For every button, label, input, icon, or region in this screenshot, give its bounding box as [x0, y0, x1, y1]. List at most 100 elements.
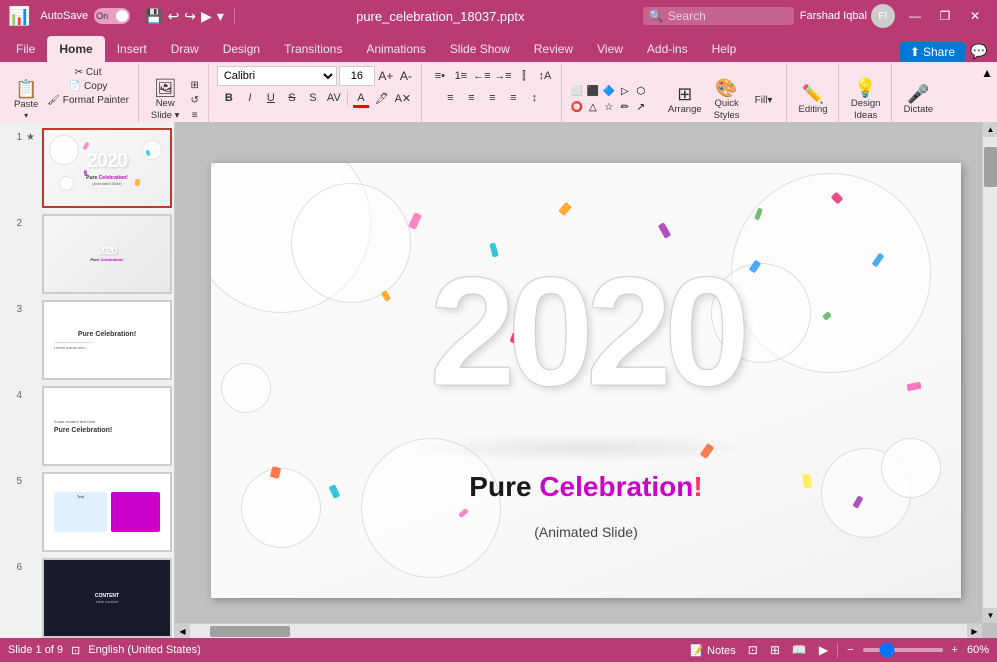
shape-item[interactable]: ⭕ [570, 100, 584, 114]
vertical-scrollbar[interactable]: ▲ ▼ [982, 122, 997, 623]
zoom-slider[interactable] [863, 648, 943, 652]
reset-button[interactable]: ↺ [187, 94, 201, 107]
slide-number: 3 [6, 300, 22, 315]
slide-thumb-6[interactable]: CONTENT slide content [42, 558, 172, 638]
align-left-button[interactable]: ≡ [440, 88, 460, 108]
autosave-toggle[interactable]: On [94, 8, 130, 24]
align-right-button[interactable]: ≡ [482, 88, 502, 108]
arrange-button[interactable]: ⊞ Arrange [664, 70, 706, 130]
decrease-font-button[interactable]: A- [397, 67, 415, 85]
zoom-in-button[interactable]: + [949, 644, 961, 656]
slide-thumb-2[interactable]: 2020 Pure Celebration! [42, 214, 172, 294]
notes-button[interactable]: 📝 Notes [687, 644, 739, 657]
increase-font-button[interactable]: A+ [377, 67, 395, 85]
tab-help[interactable]: Help [700, 36, 749, 62]
slide-thumb-5[interactable]: Text [42, 472, 172, 552]
user-area[interactable]: Farshad Iqbal FI [800, 4, 895, 28]
numbering-button[interactable]: 1≡ [451, 66, 471, 86]
font-family-select[interactable]: Calibri [217, 66, 337, 86]
close-button[interactable]: ✕ [961, 5, 989, 27]
slide-thumb-1[interactable]: 2020 Pure Celebration! (Animated Slide) [42, 128, 172, 208]
format-painter-button[interactable]: 🖌 Format Painter [44, 94, 132, 107]
font-size-input[interactable] [339, 66, 375, 86]
dictate-button[interactable]: 🎤 Dictate [900, 70, 938, 130]
line-spacing-button[interactable]: ↕ [524, 88, 544, 108]
shape-item[interactable]: ↗ [634, 100, 648, 114]
shape-item[interactable]: △ [586, 100, 600, 114]
customize-qa-button[interactable]: ▾ [216, 7, 225, 26]
tab-view[interactable]: View [585, 36, 635, 62]
design-ideas-button[interactable]: 💡 Design Ideas [847, 70, 885, 130]
shape-item[interactable]: ⬛ [586, 84, 600, 98]
divider [837, 643, 838, 657]
reading-view-button[interactable]: 📖 [789, 643, 810, 657]
h-scroll-thumb[interactable] [210, 626, 290, 637]
italic-button[interactable]: I [240, 88, 260, 108]
quick-access-toolbar: 💾 ↩ ↪ ▶ ▾ [144, 7, 225, 26]
zoom-out-button[interactable]: − [844, 644, 856, 656]
copy-button[interactable]: 📄 Copy [44, 80, 132, 93]
char-spacing-button[interactable]: AV [324, 88, 344, 108]
layout-button[interactable]: ⊞ [187, 79, 201, 92]
text-direction-button[interactable]: ↕A [535, 66, 555, 86]
tab-slideshow[interactable]: Slide Show [438, 36, 522, 62]
present-button[interactable]: ▶ [200, 7, 213, 26]
underline-button[interactable]: U [261, 88, 281, 108]
search-input[interactable] [668, 9, 788, 23]
shape-item[interactable]: ▷ [618, 84, 632, 98]
justify-button[interactable]: ≡ [503, 88, 523, 108]
clear-format-button[interactable]: A✕ [393, 88, 413, 108]
design-ideas-icon: 💡 [854, 79, 876, 97]
increase-indent-button[interactable]: →≡ [493, 66, 513, 86]
new-slide-button[interactable]: 🖼 New Slide ▾ [147, 70, 184, 130]
slide-sorter-button[interactable]: ⊞ [767, 643, 783, 657]
align-center-button[interactable]: ≡ [461, 88, 481, 108]
shape-item[interactable]: 🔷 [602, 84, 616, 98]
quick-styles-button[interactable]: 🎨 Quick Styles [710, 70, 744, 130]
bullets-button[interactable]: ≡• [430, 66, 450, 86]
tab-home[interactable]: Home [47, 36, 104, 62]
shadow-button[interactable]: S [303, 88, 323, 108]
shape-item[interactable]: ✏ [618, 100, 632, 114]
tab-animations[interactable]: Animations [354, 36, 437, 62]
columns-button[interactable]: ⫿ [514, 66, 534, 86]
tab-draw[interactable]: Draw [159, 36, 211, 62]
scroll-up-button[interactable]: ▲ [983, 122, 997, 137]
section-button[interactable]: ≡ [187, 109, 201, 122]
tab-design[interactable]: Design [211, 36, 272, 62]
decrease-indent-button[interactable]: ←≡ [472, 66, 492, 86]
horizontal-scrollbar[interactable]: ◀ ▶ [175, 623, 982, 638]
slide-thumb-4[interactable]: Some content text here Pure Celebration! [42, 386, 172, 466]
tab-insert[interactable]: Insert [105, 36, 159, 62]
undo-button[interactable]: ↩ [167, 7, 181, 26]
scroll-right-button[interactable]: ▶ [967, 624, 982, 639]
scroll-left-button[interactable]: ◀ [175, 624, 190, 639]
redo-button[interactable]: ↪ [183, 7, 197, 26]
tab-addins[interactable]: Add-ins [635, 36, 700, 62]
normal-view-button[interactable]: ⊡ [745, 643, 761, 657]
minimize-button[interactable]: — [901, 5, 929, 27]
tab-review[interactable]: Review [522, 36, 585, 62]
comments-button[interactable]: 💬 [965, 40, 993, 62]
scroll-down-button[interactable]: ▼ [983, 608, 997, 623]
editing-button[interactable]: ✏️ Editing [795, 70, 832, 130]
shape-item[interactable]: ⬡ [634, 84, 648, 98]
save-button[interactable]: 💾 [144, 7, 163, 26]
restore-button[interactable]: ❐ [931, 5, 959, 27]
scroll-thumb[interactable] [984, 147, 997, 187]
slide-thumb-3[interactable]: Pure Celebration! ────────────── Lorem i… [42, 300, 172, 380]
tab-transitions[interactable]: Transitions [272, 36, 354, 62]
bold-button[interactable]: B [219, 88, 239, 108]
cut-button[interactable]: ✂ Cut [44, 66, 132, 79]
shape-fill-button[interactable]: Fill▾ [748, 93, 780, 108]
font-color-button[interactable]: A [351, 88, 371, 108]
slideshow-view-button[interactable]: ▶ [816, 643, 831, 657]
strikethrough-button[interactable]: S [282, 88, 302, 108]
collapse-ribbon-button[interactable]: ▲ [981, 66, 993, 80]
share-button[interactable]: ⬆ Share [900, 42, 965, 62]
shape-item[interactable]: ☆ [602, 100, 616, 114]
highlight-button[interactable]: 🖊 [372, 88, 392, 108]
avatar: FI [871, 4, 895, 28]
shape-item[interactable]: ⬜ [570, 84, 584, 98]
tab-file[interactable]: File [4, 36, 47, 62]
